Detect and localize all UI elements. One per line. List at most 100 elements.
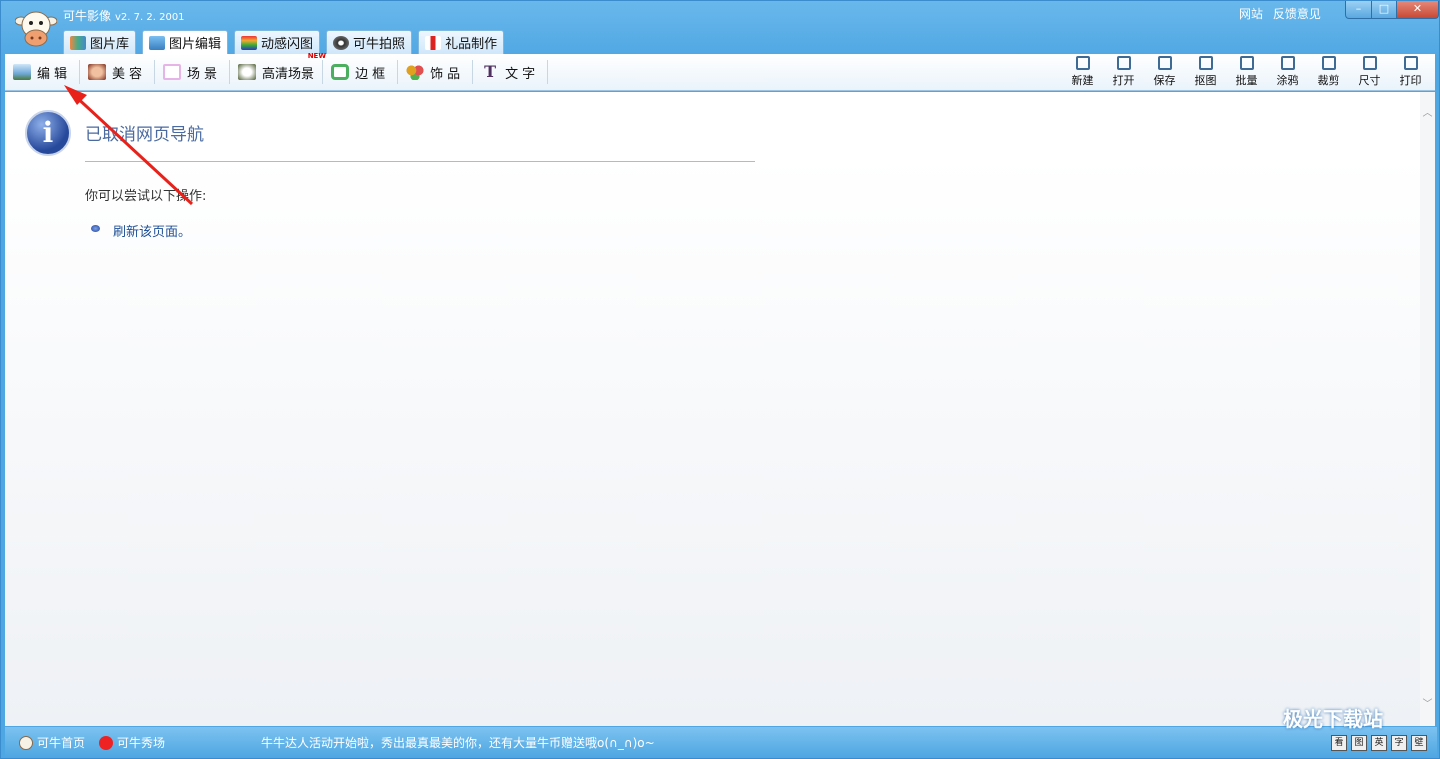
scroll-up-icon[interactable]: ︿ <box>1420 104 1435 119</box>
divider <box>85 161 755 162</box>
tab-gift[interactable]: 礼品制作 <box>418 30 505 54</box>
batch-button[interactable]: 批量 <box>1226 56 1267 89</box>
wallpaper-icon[interactable]: 壁 <box>1411 735 1427 751</box>
tab-gallery[interactable]: 图片库 <box>63 30 137 54</box>
tool-label: 边框 <box>355 66 390 82</box>
tab-animation[interactable]: 动感闪图 <box>234 30 321 54</box>
feedback-link[interactable]: 反馈意见 <box>1273 7 1321 21</box>
rtool-label: 保存 <box>1153 74 1176 87</box>
cow-logo-icon <box>14 9 58 47</box>
open-folder-icon <box>1116 56 1131 70</box>
image-icon[interactable]: 图 <box>1351 735 1367 751</box>
webcam-icon <box>333 35 350 50</box>
view-icon[interactable]: 看 <box>1331 735 1347 751</box>
status-icons: 看 图 英 字 壁 <box>1331 735 1427 751</box>
tool-edit[interactable]: 编辑 <box>5 60 81 84</box>
doodle-button[interactable]: 涂鸦 <box>1267 56 1308 89</box>
show-label: 可牛秀场 <box>117 736 166 750</box>
tool-label: 文字 <box>505 66 540 82</box>
tool-hd-scene[interactable]: 高清场景 NEW <box>230 52 326 84</box>
rtool-label: 涂鸦 <box>1276 74 1299 87</box>
rtool-label: 批量 <box>1235 74 1258 87</box>
hint-text: 你可以尝试以下操作: <box>85 189 207 204</box>
rtool-label: 打开 <box>1112 74 1135 87</box>
tab-label: 礼品制作 <box>445 37 498 52</box>
top-links: 网站 反馈意见 <box>1239 5 1327 22</box>
cow-icon <box>19 735 33 750</box>
rtool-label: 新建 <box>1071 74 1094 87</box>
save-button[interactable]: 保存 <box>1144 56 1185 89</box>
tab-webcam[interactable]: 可牛拍照 <box>326 30 413 54</box>
status-bar: 可牛首页 可牛秀场 牛牛达人活动开始啦，秀出最真最美的你，还有大量牛币赠送哦o(… <box>5 727 1437 758</box>
gift-icon <box>425 35 442 50</box>
watermark: 极光下载站 <box>1283 707 1383 731</box>
new-button[interactable]: 新建 <box>1062 56 1103 89</box>
save-icon <box>1157 56 1172 70</box>
close-button[interactable]: ✕ <box>1396 1 1439 19</box>
tool-text[interactable]: T 文字 <box>473 60 549 84</box>
website-link[interactable]: 网站 <box>1239 7 1263 21</box>
landscape-icon <box>13 64 31 80</box>
tool-beauty[interactable]: 美容 <box>80 60 156 84</box>
status-message[interactable]: 牛牛达人活动开始啦，秀出最真最美的你，还有大量牛币赠送哦o(∩_∩)o~ <box>261 734 655 751</box>
info-icon: i <box>25 110 71 156</box>
face-icon <box>88 64 107 80</box>
picture-edit-icon <box>149 35 166 50</box>
vertical-scrollbar[interactable]: ︿ ﹀ <box>1420 92 1435 726</box>
rtool-label: 尺寸 <box>1358 74 1381 87</box>
open-button[interactable]: 打开 <box>1103 56 1144 89</box>
show-link[interactable]: 可牛秀场 <box>99 734 165 751</box>
rtool-label: 抠图 <box>1194 74 1217 87</box>
scroll-down-icon[interactable]: ﹀ <box>1420 695 1435 710</box>
resize-button[interactable]: 尺寸 <box>1349 56 1390 89</box>
batch-icon <box>1239 56 1254 70</box>
main-tabs: 图片库 图片编辑 动感闪图 可牛拍照 礼品制作 <box>63 30 505 54</box>
frame-icon <box>331 64 350 80</box>
text-icon: T <box>484 62 497 81</box>
tool-scene[interactable]: 场景 <box>155 60 231 84</box>
doodle-icon <box>1280 56 1295 70</box>
font-icon[interactable]: 字 <box>1391 735 1407 751</box>
tab-picture-edit[interactable]: 图片编辑 <box>142 30 229 54</box>
crop-button[interactable]: 裁剪 <box>1308 56 1349 89</box>
cutout-icon <box>1198 56 1213 70</box>
app-version: v2. 7. 2. 2001 <box>115 12 185 23</box>
tool-ornament[interactable]: 饰品 <box>398 60 474 84</box>
home-label: 可牛首页 <box>37 736 86 750</box>
resize-icon <box>1362 56 1377 70</box>
new-file-icon <box>1075 56 1090 70</box>
tool-label: 编辑 <box>37 66 72 82</box>
rtool-label: 裁剪 <box>1317 74 1340 87</box>
tab-label: 可牛拍照 <box>353 37 406 52</box>
tool-label: 美容 <box>112 66 147 82</box>
tab-label: 图片编辑 <box>169 37 222 52</box>
animation-icon <box>241 35 258 50</box>
app-window: 可牛影像 v2. 7. 2. 2001 网站 反馈意见 – □ ✕ 图片库 图片编… <box>0 0 1440 759</box>
title-bar: 可牛影像 v2. 7. 2. 2001 网站 反馈意见 – □ ✕ 图片库 图片编… <box>1 1 1439 54</box>
tool-label: 场景 <box>187 66 222 82</box>
rtool-label: 打印 <box>1399 74 1422 87</box>
cutout-button[interactable]: 抠图 <box>1185 56 1226 89</box>
new-badge: NEW <box>307 52 327 60</box>
home-link[interactable]: 可牛首页 <box>19 734 85 751</box>
bullet-icon <box>91 225 100 232</box>
print-button[interactable]: 打印 <box>1390 56 1431 89</box>
app-title: 可牛影像 v2. 7. 2. 2001 <box>63 7 185 24</box>
app-name: 可牛影像 <box>63 9 112 23</box>
minimize-button[interactable]: – <box>1345 1 1372 19</box>
english-icon[interactable]: 英 <box>1371 735 1387 751</box>
page-title: 已取消网页导航 <box>85 125 204 145</box>
tool-label: 高清场景 <box>262 66 315 82</box>
hd-scene-icon <box>238 64 257 80</box>
print-icon <box>1403 56 1418 70</box>
ornament-icon <box>406 64 425 80</box>
maximize-button[interactable]: □ <box>1371 1 1397 19</box>
tab-label: 图片库 <box>90 37 130 52</box>
tab-label: 动感闪图 <box>261 37 314 52</box>
gallery-icon <box>70 35 86 50</box>
content-area: i 已取消网页导航 你可以尝试以下操作: 刷新该页面。 <box>5 92 1420 726</box>
file-toolbar: 新建 打开 保存 抠图 批量 涂鸦 裁剪 尺寸 打印 <box>1062 56 1431 89</box>
refresh-link[interactable]: 刷新该页面。 <box>113 221 191 240</box>
tool-label: 饰品 <box>430 66 465 82</box>
tool-frame[interactable]: 边框 <box>323 60 399 84</box>
